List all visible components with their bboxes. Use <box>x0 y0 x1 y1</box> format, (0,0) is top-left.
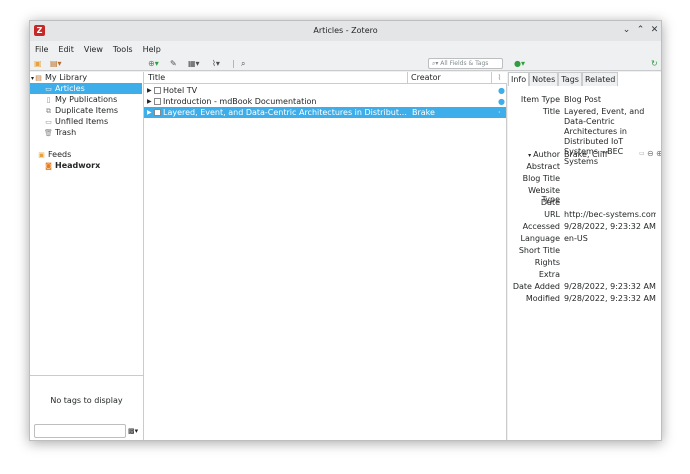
new-note-icon[interactable]: ▦▾ <box>188 59 200 69</box>
expand-icon[interactable]: ▶ <box>147 85 152 96</box>
tree-feed-headworx[interactable]: ◙ Headworx <box>30 160 142 171</box>
tag-filter-input[interactable] <box>34 424 126 438</box>
field-label: Extra <box>538 270 560 279</box>
close-icon[interactable]: ✕ <box>649 25 660 36</box>
menu-edit[interactable]: Edit <box>58 45 74 54</box>
table-row[interactable]: ▶ Hotel TV ● <box>144 85 506 96</box>
field-label: Item Type <box>520 95 560 104</box>
unread-dot: ● <box>498 86 505 95</box>
author-mode-icon[interactable]: ▭ <box>639 150 645 157</box>
field-label: ▾ Author <box>528 150 560 159</box>
column-creator[interactable]: Creator <box>408 72 492 84</box>
field-label: Title <box>542 107 560 116</box>
unread-dot: · <box>498 108 501 117</box>
menu-file[interactable]: File <box>35 45 48 54</box>
item-type-icon <box>154 87 161 94</box>
attachment-icon[interactable]: ⌇▾ <box>212 59 220 69</box>
field-value[interactable]: http://bec-systems.com/... <box>564 210 656 220</box>
unread-dot: ● <box>498 97 505 106</box>
sync-icon[interactable]: ↻ <box>651 59 658 69</box>
field-label: Blog Title <box>522 174 560 183</box>
tab-info[interactable]: Info <box>508 72 530 86</box>
no-tags-message: No tags to display <box>50 396 123 405</box>
trash-icon: 🗑 <box>44 129 53 137</box>
field-label: Date <box>540 198 560 207</box>
minimize-icon[interactable]: ⌄ <box>621 25 632 36</box>
new-collection-icon[interactable]: ▣ <box>34 59 42 69</box>
tree-articles[interactable]: ▭ Articles <box>30 83 142 94</box>
field-value[interactable]: Blog Post <box>564 95 656 105</box>
maximize-icon[interactable]: ⌃ <box>635 25 646 36</box>
field-label: Modified <box>525 294 560 303</box>
column-title[interactable]: Title <box>144 72 408 84</box>
add-by-identifier-icon[interactable]: ✎ <box>170 59 177 69</box>
window-title: Articles - Zotero <box>313 26 378 35</box>
sync-status-icon[interactable]: ●▾ <box>514 59 525 69</box>
new-item-icon[interactable]: ⊕▾ <box>148 59 159 69</box>
tree-duplicate-items[interactable]: ⧉ Duplicate Items <box>30 105 142 116</box>
menu-bar: File Edit View Tools Help <box>30 41 661 57</box>
zotero-window: Z Articles - Zotero ⌄ ⌃ ✕ File Edit View… <box>29 20 662 441</box>
table-row[interactable]: ▶ Introduction - mdBook Documentation ● <box>144 96 506 107</box>
title-bar[interactable]: Z Articles - Zotero ⌄ ⌃ ✕ <box>30 21 661 41</box>
field-value[interactable]: en-US <box>564 234 656 244</box>
item-detail-pane: Info Notes Tags Related Item Type Blog P… <box>508 72 661 440</box>
items-pane: Title Creator ⌇ ▶ Hotel TV ● ▶ Introduct… <box>144 72 507 440</box>
column-attachments-icon[interactable]: ⌇ <box>492 72 507 84</box>
field-value[interactable]: Brake, Cliff <box>564 150 624 160</box>
field-value[interactable]: 9/28/2022, 9:23:32 AM <box>564 222 656 232</box>
expand-icon[interactable]: ▶ <box>147 107 152 118</box>
toolbar: ▣ ▤▾ ⊕▾ ✎ ▦▾ ⌇▾ | ⌕ ⌕▾ All Fields & Tags… <box>30 57 661 71</box>
tag-selector: No tags to display ▩▾ <box>30 375 143 440</box>
tab-notes[interactable]: Notes <box>529 72 559 86</box>
table-row[interactable]: ▶ Layered, Event, and Data-Centric Archi… <box>144 107 506 118</box>
tab-tags[interactable]: Tags <box>558 72 582 86</box>
menu-view[interactable]: View <box>84 45 103 54</box>
add-author-icon[interactable]: ⊕ <box>656 149 661 158</box>
toolbar-separator: | <box>232 59 235 68</box>
tree-my-publications[interactable]: ▯ My Publications <box>30 94 142 105</box>
field-label: Accessed <box>522 222 560 231</box>
locate-icon[interactable]: ⌕ <box>241 59 245 69</box>
detail-tabs: Info Notes Tags Related <box>508 72 619 86</box>
field-label: Short Title <box>518 246 560 255</box>
tree-unfiled-items[interactable]: ▭ Unfiled Items <box>30 116 142 127</box>
field-value[interactable]: 9/28/2022, 9:23:32 AM <box>564 282 656 292</box>
field-label: Rights <box>534 258 560 267</box>
field-value[interactable]: 9/28/2022, 9:23:32 AM <box>564 294 656 304</box>
search-placeholder: All Fields & Tags <box>440 60 489 67</box>
item-type-icon <box>154 98 161 105</box>
field-label: Abstract <box>526 162 560 171</box>
tab-related[interactable]: Related <box>581 72 619 86</box>
tag-actions-icon[interactable]: ▩▾ <box>128 427 138 435</box>
item-type-icon <box>154 109 161 116</box>
menu-help[interactable]: Help <box>143 45 161 54</box>
rss-icon: ◙ <box>45 162 52 170</box>
field-label: Date Added <box>512 282 560 291</box>
field-label: URL <box>544 210 560 219</box>
tree-feeds[interactable]: ▣ Feeds <box>30 149 142 160</box>
menu-tools[interactable]: Tools <box>113 45 133 54</box>
field-label: Language <box>520 234 560 243</box>
tree-trash[interactable]: 🗑 Trash <box>30 127 142 138</box>
collections-pane: ▾▤ My Library ▭ Articles ▯ My Publications … <box>30 72 144 440</box>
expand-icon[interactable]: ▶ <box>147 96 152 107</box>
remove-author-icon[interactable]: ⊖ <box>647 149 654 158</box>
tree-my-library[interactable]: ▾▤ My Library <box>30 72 142 83</box>
new-library-menu-icon[interactable]: ▤▾ <box>50 59 62 69</box>
search-input[interactable]: ⌕▾ All Fields & Tags <box>428 58 503 69</box>
